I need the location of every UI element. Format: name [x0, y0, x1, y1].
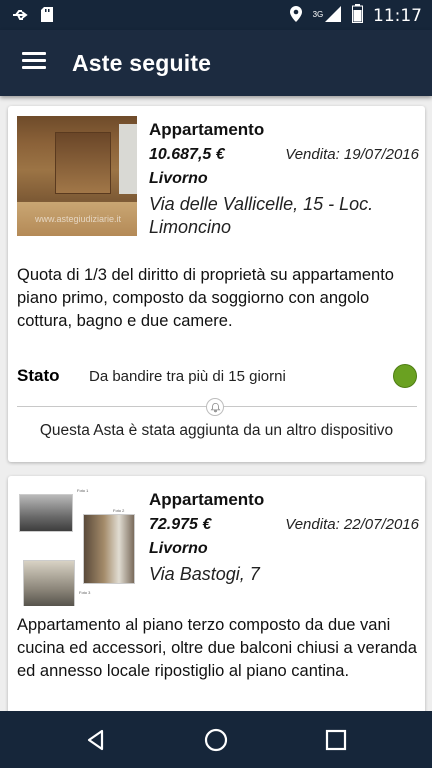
location-icon — [289, 5, 303, 28]
added-note: Questa Asta è stata aggiunta da un altro… — [39, 422, 394, 439]
clock: 11:17 — [373, 6, 422, 26]
property-photo[interactable]: www.astegiudiziarie.it — [17, 116, 137, 236]
auction-info: Appartamento 72.975 € Vendita: 22/07/201… — [149, 490, 419, 586]
price: 10.687,5 € — [149, 146, 225, 163]
address: Via Bastogi, 7 — [149, 564, 260, 584]
auction-info: Appartamento 10.687,5 € Vendita: 19/07/2… — [149, 120, 419, 239]
network-type-label: 3G — [312, 9, 324, 19]
property-type: Appartamento — [149, 120, 265, 139]
photo-watermark: www.astegiudiziarie.it — [35, 214, 122, 224]
usb-icon — [12, 7, 30, 28]
auction-card[interactable]: www.astegiudiziarie.it Appartamento 10.6… — [8, 106, 425, 462]
property-type: Appartamento — [149, 490, 265, 509]
description: Quota di 1/3 del diritto di proprietà su… — [17, 266, 394, 330]
status-bar: 3G 11:17 — [0, 0, 432, 30]
status-text: Da bandire tra più di 15 giorni — [89, 368, 286, 385]
photo-label: Foto 1 — [77, 488, 89, 493]
navigation-bar — [0, 711, 432, 768]
battery-icon — [352, 4, 363, 28]
photo-1 — [19, 494, 73, 532]
back-icon[interactable] — [82, 725, 112, 755]
sd-card-icon — [40, 6, 54, 28]
page-title: Aste seguite — [72, 50, 212, 76]
sale-date: Vendita: 22/07/2016 — [285, 516, 419, 533]
status-row: Stato Da bandire tra più di 15 giorni — [17, 364, 417, 390]
status-label: Stato — [17, 366, 60, 385]
photo-2 — [83, 514, 135, 584]
bell-icon — [206, 398, 224, 416]
auctions-list[interactable]: www.astegiudiziarie.it Appartamento 10.6… — [0, 96, 432, 711]
recent-apps-icon[interactable] — [321, 725, 351, 755]
signal-icon: 3G — [313, 5, 342, 28]
hamburger-menu-icon[interactable] — [18, 48, 50, 78]
city: Livorno — [149, 170, 208, 187]
city: Livorno — [149, 540, 208, 557]
photo-label: Foto 3 — [79, 590, 91, 595]
address: Via delle Vallicelle, 15 - Loc. Limoncin… — [149, 194, 374, 237]
property-photo[interactable]: Foto 1 Foto 2 Foto 3 — [17, 486, 137, 606]
home-icon[interactable] — [201, 725, 231, 755]
auction-card[interactable]: Foto 1 Foto 2 Foto 3 Appartamento 72.975… — [8, 476, 425, 711]
photo-3 — [23, 560, 75, 606]
description: Appartamento al piano terzo composto da … — [17, 616, 417, 680]
sale-date: Vendita: 19/07/2016 — [285, 146, 419, 163]
app-bar: Aste seguite — [0, 30, 432, 96]
photo-label: Foto 2 — [113, 508, 125, 513]
price: 72.975 € — [149, 516, 212, 533]
status-indicator — [393, 364, 417, 388]
